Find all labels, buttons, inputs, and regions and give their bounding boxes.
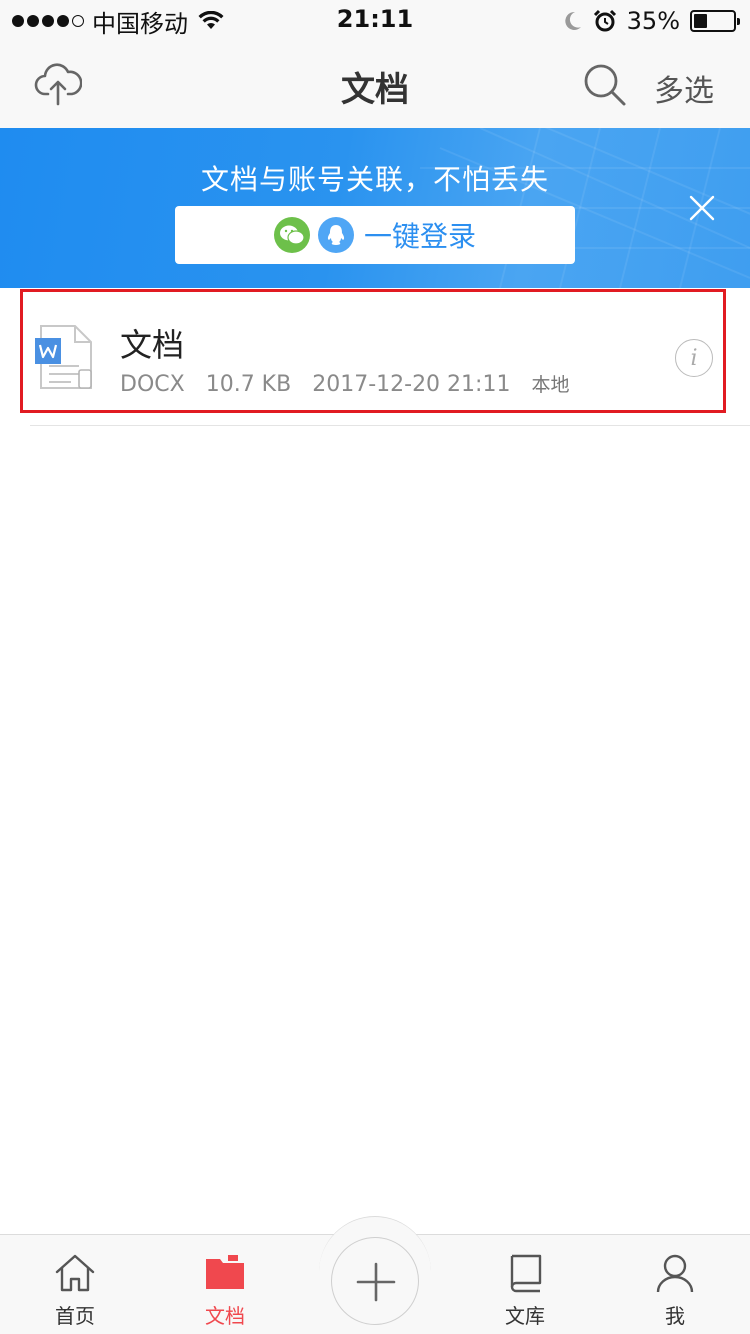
plus-icon — [356, 1262, 396, 1302]
tab-label: 文库 — [505, 1304, 545, 1328]
file-name: 文档 — [120, 326, 185, 364]
file-meta: DOCX 10.7 KB 2017-12-20 21:11 本地 — [120, 370, 583, 397]
multi-select-button[interactable]: 多选 — [654, 66, 714, 110]
tab-label: 文档 — [205, 1304, 245, 1328]
user-icon — [656, 1254, 694, 1293]
alarm-icon — [593, 9, 616, 32]
status-right: 35% — [563, 6, 740, 36]
book-icon — [510, 1254, 542, 1293]
word-doc-icon — [35, 325, 92, 389]
page-title: 文档 — [341, 70, 409, 110]
file-location: 本地 — [531, 374, 570, 396]
tab-documents[interactable]: 文档 — [175, 1252, 275, 1328]
nav-bar: 文档 多选 — [0, 40, 750, 128]
home-icon — [55, 1254, 95, 1292]
tab-library[interactable]: 文库 — [475, 1252, 575, 1328]
add-button[interactable] — [331, 1237, 419, 1325]
file-type: DOCX — [120, 372, 185, 397]
close-icon[interactable] — [688, 194, 716, 222]
login-label: 一键登录 — [363, 220, 476, 253]
file-date: 2017-12-20 21:11 — [312, 372, 511, 397]
moon-icon — [564, 11, 581, 30]
login-banner: 文档与账号关联，不怕丢失 一键登录 — [0, 128, 750, 288]
tab-home[interactable]: 首页 — [25, 1252, 125, 1328]
info-icon[interactable]: i — [675, 339, 713, 377]
search-icon[interactable] — [582, 62, 628, 108]
tab-me[interactable]: 我 — [625, 1252, 725, 1328]
list-divider — [30, 425, 750, 426]
tab-label: 我 — [665, 1304, 685, 1328]
banner-message: 文档与账号关联，不怕丢失 — [200, 163, 549, 196]
battery-icon — [690, 10, 740, 32]
file-size: 10.7 KB — [205, 372, 292, 397]
folder-icon — [206, 1255, 244, 1289]
qq-icon — [317, 217, 354, 253]
wechat-icon — [273, 217, 310, 253]
battery-percent: 35% — [626, 7, 680, 35]
one-click-login-button[interactable]: 一键登录 — [175, 206, 575, 264]
list-item[interactable]: 文档 DOCX 10.7 KB 2017-12-20 21:11 本地 i — [20, 289, 726, 413]
status-bar: 中国移动 21:11 35% — [0, 0, 750, 40]
tab-label: 首页 — [55, 1304, 95, 1328]
